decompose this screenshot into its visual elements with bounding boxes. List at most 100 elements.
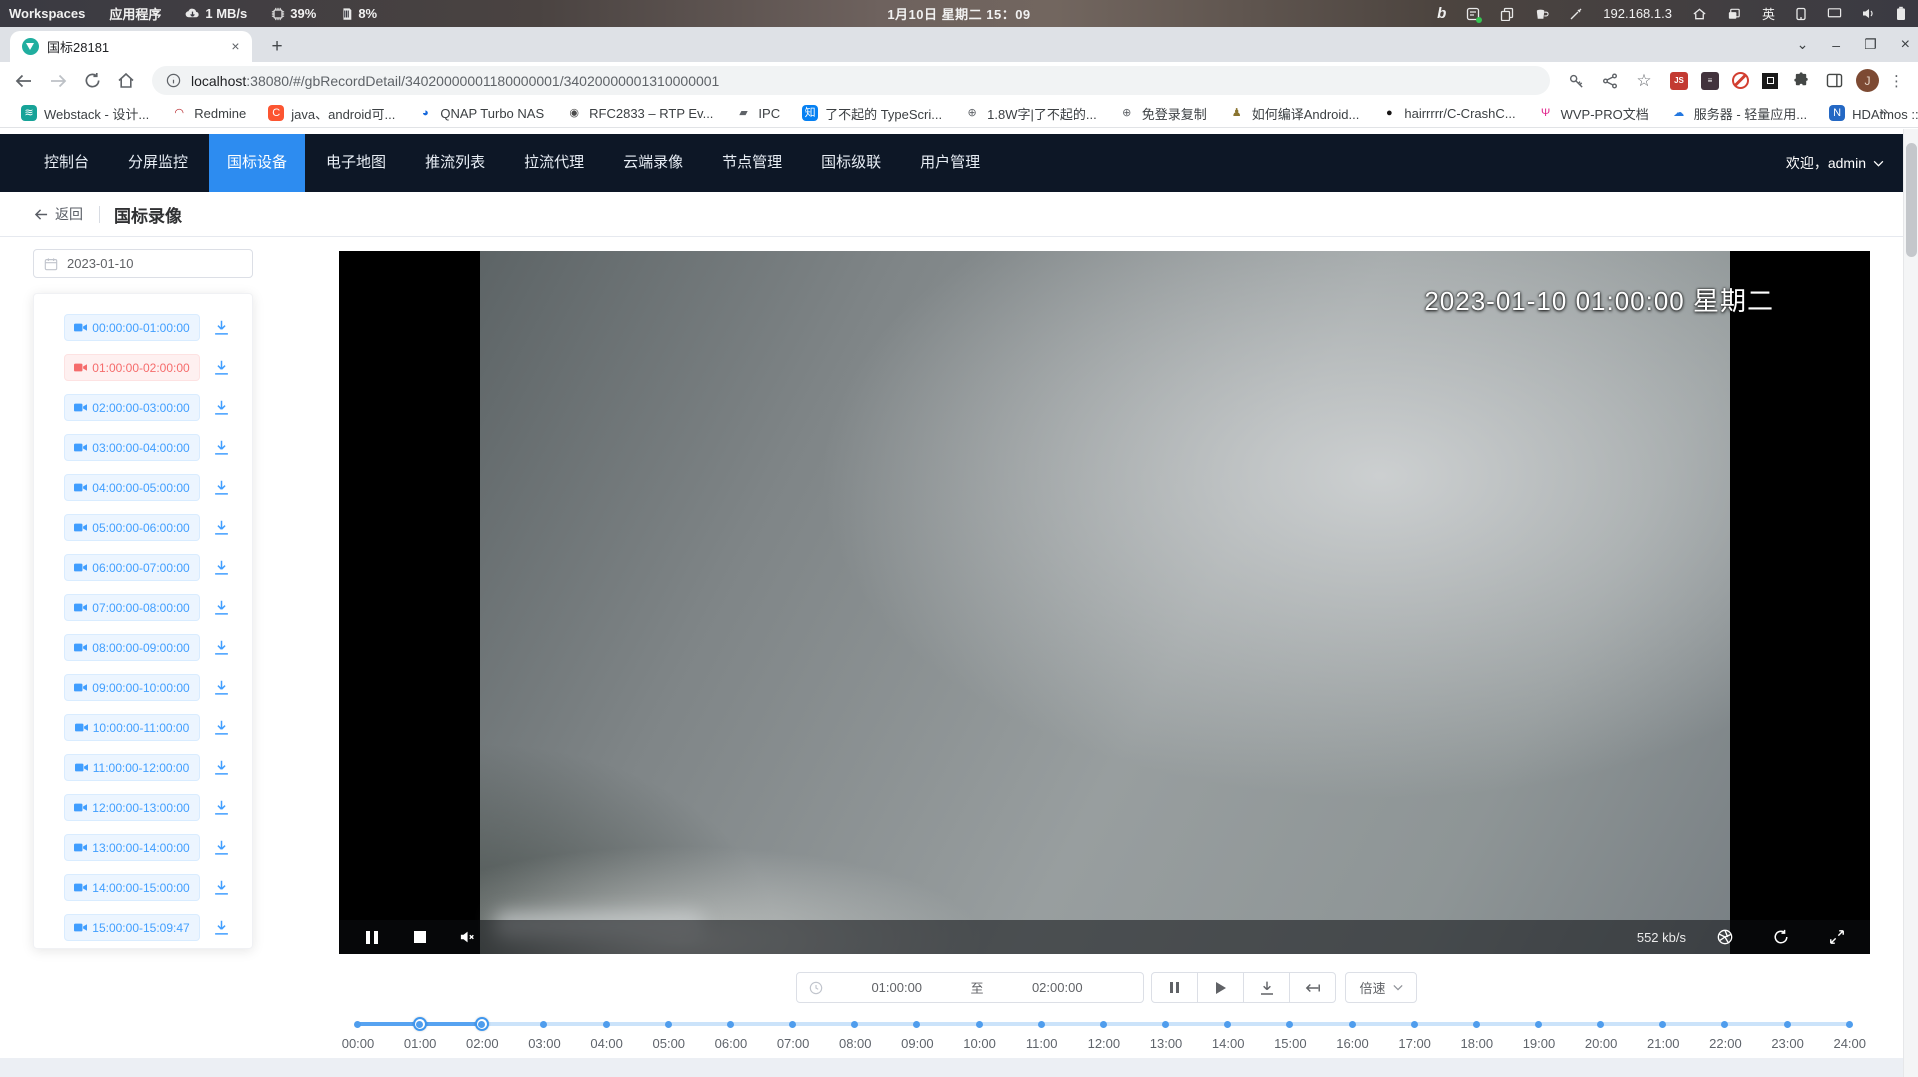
profile-avatar[interactable]: J <box>1856 69 1879 92</box>
bookmark-item[interactable]: ⊕ 免登录复制 <box>1110 101 1216 126</box>
clock-date[interactable]: 1月10日 星期二 15：09 <box>887 4 1030 23</box>
nav-tab[interactable]: 国标设备 <box>209 134 305 192</box>
video-surface[interactable] <box>480 251 1730 954</box>
tray-volume-icon[interactable] <box>1854 0 1884 27</box>
browser-tab[interactable]: 国标28181 × <box>10 31 252 62</box>
download-record-button[interactable] <box>213 599 230 616</box>
scrollbar-thumb[interactable] <box>1906 143 1917 257</box>
record-chip[interactable]: 04:00:00-05:00:00 <box>64 474 200 501</box>
snapshot-button[interactable] <box>1708 920 1742 954</box>
bookmark-item[interactable]: N HDAtmos :: 种子 *... <box>1820 101 1918 126</box>
password-key-icon[interactable] <box>1562 67 1590 95</box>
bookmark-item[interactable]: C java、android可... <box>259 101 404 126</box>
record-chip[interactable]: 05:00:00-06:00:00 <box>64 514 200 541</box>
nav-tab[interactable]: 国标级联 <box>803 134 899 192</box>
bookmark-item[interactable]: ☁ 服务器 - 轻量应用... <box>1662 101 1816 126</box>
download-record-button[interactable] <box>213 839 230 856</box>
playback-speed-dropdown[interactable]: 倍速 <box>1345 972 1417 1003</box>
back-link[interactable]: 返回 <box>34 204 83 224</box>
input-method-indicator[interactable]: 英 <box>1754 0 1783 27</box>
battery-indicator[interactable] <box>1888 0 1914 27</box>
page-scrollbar[interactable] <box>1903 129 1918 1077</box>
record-chip[interactable]: 09:00:00-10:00:00 <box>64 674 200 701</box>
nav-tab[interactable]: 电子地图 <box>308 134 404 192</box>
back-button[interactable] <box>10 67 38 95</box>
download-record-button[interactable] <box>213 319 230 336</box>
bookmark-item[interactable]: Ψ WVP-PRO文档 <box>1529 101 1658 126</box>
play-button[interactable] <box>1197 972 1244 1003</box>
download-record-button[interactable] <box>213 479 230 496</box>
bookmark-item[interactable]: ▰ IPC <box>726 102 789 124</box>
new-tab-button[interactable]: + <box>264 34 290 60</box>
nav-tab[interactable]: 推流列表 <box>407 134 503 192</box>
bookmark-item[interactable]: ● hairrrrr/C-CrashC... <box>1372 102 1524 124</box>
address-bar[interactable]: localhost:38080/#/gbRecordDetail/3402000… <box>152 66 1550 95</box>
tab-close-icon[interactable]: × <box>227 38 244 55</box>
download-record-button[interactable] <box>213 679 230 696</box>
tray-caffeine-cup-icon[interactable] <box>1526 0 1557 27</box>
bookmark-item[interactable]: ≋ Webstack - 设计... <box>12 101 158 126</box>
tray-phone-icon[interactable] <box>1787 0 1815 27</box>
tray-home-icon[interactable] <box>1684 0 1715 27</box>
home-button[interactable] <box>112 67 140 95</box>
download-record-button[interactable] <box>213 879 230 896</box>
date-picker[interactable]: 2023-01-10 <box>33 249 253 278</box>
player-mute-button[interactable] <box>451 920 485 954</box>
record-chip[interactable]: 02:00:00-03:00:00 <box>64 394 200 421</box>
extensions-puzzle-icon[interactable] <box>1791 67 1811 95</box>
bookmarks-overflow-chevron[interactable]: » <box>1872 103 1896 120</box>
tab-search-chevron-icon[interactable]: ⌄ <box>1797 36 1809 53</box>
tray-display-icon[interactable] <box>1819 0 1850 27</box>
bookmark-item[interactable]: ◠ Redmine <box>162 102 255 124</box>
download-record-button[interactable] <box>213 559 230 576</box>
applications-menu[interactable]: 应用程序 <box>100 0 170 27</box>
download-record-button[interactable] <box>213 359 230 376</box>
tray-color-picker-icon[interactable] <box>1561 0 1591 27</box>
pause-button[interactable] <box>1151 972 1198 1003</box>
bookmark-item[interactable]: ♟ 如何编译Android... <box>1220 101 1369 126</box>
bookmark-item[interactable]: ◉ RFC2833 – RTP Ev... <box>557 102 722 124</box>
window-minimize-button[interactable]: – <box>1832 37 1840 53</box>
page-info-icon[interactable] <box>166 73 181 88</box>
nav-tab[interactable]: 分屏监控 <box>110 134 206 192</box>
user-menu[interactable]: 欢迎，admin <box>1786 134 1884 192</box>
end-time-input[interactable]: 02:00:00 <box>984 980 1132 995</box>
record-chip[interactable]: 07:00:00-08:00:00 <box>64 594 200 621</box>
download-record-button[interactable] <box>213 719 230 736</box>
timeline-handle[interactable] <box>475 1017 489 1031</box>
nav-tab[interactable]: 云端录像 <box>605 134 701 192</box>
player-pause-button[interactable] <box>355 920 389 954</box>
record-chip[interactable]: 00:00:00-01:00:00 <box>64 314 200 341</box>
record-chip[interactable]: 13:00:00-14:00:00 <box>64 834 200 861</box>
record-chip[interactable]: 12:00:00-13:00:00 <box>64 794 200 821</box>
player-stop-button[interactable] <box>403 920 437 954</box>
seek-back-button[interactable] <box>1289 972 1336 1003</box>
dark-extension-icon[interactable]: ≡ <box>1701 72 1719 90</box>
start-time-input[interactable]: 01:00:00 <box>823 980 971 995</box>
fullscreen-button[interactable] <box>1820 920 1854 954</box>
record-chip[interactable]: 10:00:00-11:00:00 <box>64 714 200 741</box>
download-record-button[interactable] <box>213 759 230 776</box>
download-record-button[interactable] <box>213 799 230 816</box>
player-refresh-button[interactable] <box>1764 920 1798 954</box>
timeline-handle[interactable] <box>413 1017 427 1031</box>
window-close-button[interactable]: × <box>1901 36 1910 54</box>
workspaces-button[interactable]: Workspaces <box>0 0 94 27</box>
record-chip[interactable]: 14:00:00-15:00:00 <box>64 874 200 901</box>
record-chip[interactable]: 11:00:00-12:00:00 <box>64 754 200 781</box>
bookmark-star-icon[interactable]: ☆ <box>1630 67 1658 95</box>
tray-app-b-icon[interactable]: b <box>1429 0 1454 27</box>
download-record-button[interactable] <box>213 399 230 416</box>
record-chip[interactable]: 01:00:00-02:00:00 <box>64 354 200 381</box>
bookmark-item[interactable]: ◕ QNAP Turbo NAS <box>408 102 553 124</box>
download-record-button[interactable] <box>213 519 230 536</box>
download-record-button[interactable] <box>213 639 230 656</box>
bookmark-item[interactable]: 知 了不起的 TypeScri... <box>793 101 951 126</box>
time-range-picker[interactable]: 01:00:00 至 02:00:00 <box>796 972 1144 1003</box>
tray-clipboard-icon[interactable] <box>1492 0 1522 27</box>
side-panel-icon[interactable] <box>1824 67 1844 95</box>
record-chip[interactable]: 08:00:00-09:00:00 <box>64 634 200 661</box>
record-chip[interactable]: 03:00:00-04:00:00 <box>64 434 200 461</box>
screenshot-extension-icon[interactable] <box>1762 73 1778 89</box>
js-extension-icon[interactable]: JS <box>1670 72 1688 90</box>
